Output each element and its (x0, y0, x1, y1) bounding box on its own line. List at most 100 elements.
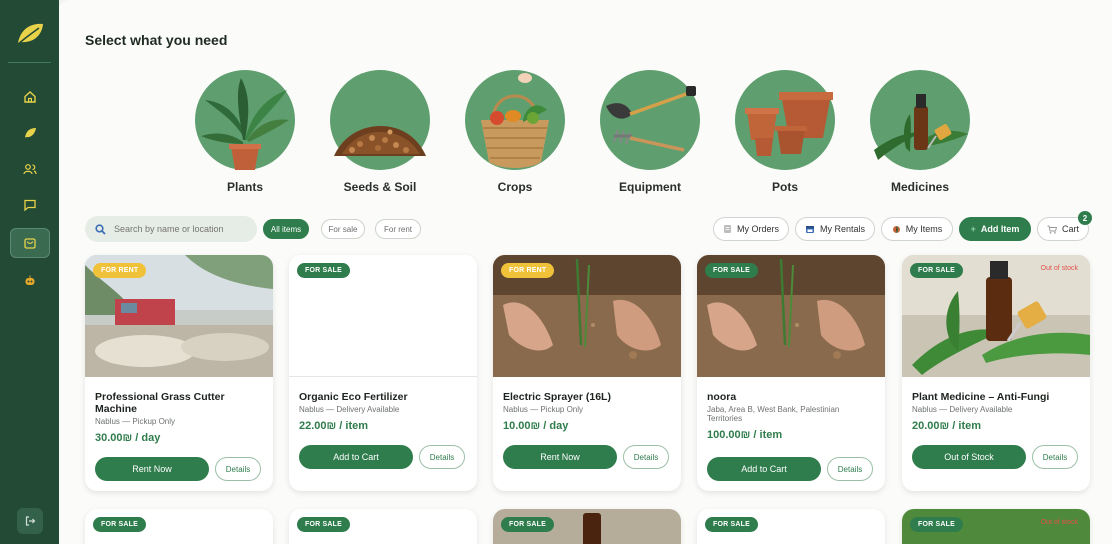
product-price: 10.00₪ / day (503, 420, 569, 432)
out-of-stock-badge: Out of stock (1040, 265, 1078, 272)
sidebar-item-community[interactable] (10, 154, 50, 184)
product-card[interactable]: FOR SALE (493, 509, 681, 544)
orders-icon (723, 225, 731, 233)
product-card[interactable]: FOR SALE (697, 509, 885, 544)
product-tag: FOR RENT (93, 263, 147, 278)
product-card[interactable]: FOR RENT Professional Grass Cutter Machi… (85, 255, 273, 491)
my-rentals-button[interactable]: My Rentals (795, 217, 875, 241)
product-price: 30.00₪ / day (95, 432, 161, 444)
chat-icon (24, 199, 36, 212)
calendar-icon (805, 226, 814, 233)
product-location: Nablus — Pickup Only (503, 405, 584, 414)
product-card[interactable]: FOR SALE Organic Eco Fertilizer Nablus —… (289, 255, 477, 491)
product-location: Nablus — Delivery Available (299, 405, 400, 414)
product-tag: FOR SALE (910, 517, 963, 532)
product-title: Professional Grass Cutter Machine (95, 391, 225, 415)
product-location: Nablus — Pickup Only (95, 417, 176, 426)
category-seeds-soil[interactable]: Seeds & Soil (325, 70, 435, 194)
sidebar-item-home[interactable] (10, 82, 50, 112)
crops-icon (465, 70, 565, 170)
leaf-icon (25, 128, 36, 138)
details-button[interactable]: Details (827, 457, 873, 481)
rent-now-button[interactable]: Rent Now (95, 457, 209, 481)
category-medicines[interactable]: Medicines (865, 70, 975, 194)
category-label: Seeds & Soil (343, 180, 417, 194)
search-icon (95, 223, 106, 235)
sidebar-item-market[interactable] (10, 228, 50, 258)
details-button[interactable]: Details (215, 457, 261, 481)
details-button[interactable]: Details (623, 445, 669, 469)
product-tag: FOR SALE (910, 263, 963, 278)
product-location: Jaba, Area B, West Bank, Palestinian Ter… (707, 405, 840, 423)
logout-icon (25, 516, 36, 526)
seeds-icon (330, 70, 430, 170)
rent-now-button[interactable]: Rent Now (503, 445, 617, 469)
filter-for-rent[interactable]: For rent (375, 219, 421, 239)
my-orders-button[interactable]: My Orders (713, 217, 789, 241)
product-card[interactable]: FOR SALE noora Jaba, Area B, West Bank, … (697, 255, 885, 491)
my-orders-label: My Orders (736, 224, 779, 234)
product-tag: FOR SALE (705, 517, 758, 532)
main-content: Select what you need Plants Seeds & Soil… (59, 0, 1112, 544)
search-input[interactable] (114, 224, 244, 234)
sidebar-divider (8, 62, 51, 63)
product-tag: FOR SALE (297, 263, 350, 278)
logout-button[interactable] (17, 508, 43, 534)
product-price: 20.00₪ / item (912, 420, 982, 432)
product-tag: FOR SALE (297, 517, 350, 532)
cart-icon (1047, 225, 1057, 234)
category-label: Equipment (619, 180, 681, 194)
product-tag: FOR RENT (501, 263, 555, 278)
product-image (583, 513, 601, 544)
category-label: Crops (497, 180, 533, 194)
category-label: Medicines (890, 180, 950, 194)
product-price: 100.00₪ / item (707, 429, 783, 441)
sidebar-item-plants[interactable] (10, 118, 50, 148)
details-button[interactable]: Details (419, 445, 465, 469)
category-crops[interactable]: Crops (460, 70, 570, 194)
plus-icon: + (970, 224, 976, 234)
shop-icon (24, 238, 36, 249)
search-box[interactable] (85, 216, 257, 242)
cart-label: Cart (1061, 224, 1079, 234)
category-plants[interactable]: Plants (190, 70, 300, 194)
filter-all-items[interactable]: All items (263, 219, 309, 239)
details-button[interactable]: Details (1032, 445, 1078, 469)
product-card[interactable]: FOR SALE (85, 509, 273, 544)
cart-count-badge: 2 (1078, 211, 1092, 225)
app-logo[interactable] (10, 14, 50, 54)
product-title: Organic Eco Fertilizer (299, 391, 408, 403)
product-location: Nablus — Delivery Available (912, 405, 1013, 414)
sidebar-item-messages[interactable] (10, 190, 50, 220)
product-card[interactable]: FOR SALE (289, 509, 477, 544)
add-item-button[interactable]: + Add Item (959, 217, 1031, 241)
category-label: Plants (226, 180, 263, 194)
product-tag: FOR SALE (93, 517, 146, 532)
sidebar-item-assistant[interactable] (10, 266, 50, 296)
category-pots[interactable]: Pots (730, 70, 840, 194)
my-items-button[interactable]: My Items (881, 217, 953, 241)
out-of-stock-button[interactable]: Out of Stock (912, 445, 1026, 469)
pots-icon (735, 70, 835, 170)
page-title: Select what you need (85, 32, 228, 48)
leaf-logo-icon (16, 23, 43, 46)
product-card[interactable]: FOR SALE Out of stock (902, 509, 1090, 544)
product-card[interactable]: FOR SALE Out of stock Plant Medicine – A… (902, 255, 1090, 491)
users-icon (23, 164, 37, 175)
add-to-cart-button[interactable]: Add to Cart (707, 457, 821, 481)
cart-button[interactable]: Cart 2 (1037, 211, 1092, 241)
my-rentals-label: My Rentals (819, 224, 865, 234)
product-title: noora (707, 391, 737, 403)
product-title: Electric Sprayer (16L) (503, 391, 611, 403)
bot-icon (25, 275, 35, 285)
category-label: Pots (771, 180, 798, 194)
add-item-label: Add Item (980, 224, 1020, 234)
items-icon (892, 225, 900, 233)
product-title: Plant Medicine – Anti-Fungi (912, 391, 1050, 403)
category-equipment[interactable]: Equipment (595, 70, 705, 194)
product-price: 22.00₪ / item (299, 420, 369, 432)
add-to-cart-button[interactable]: Add to Cart (299, 445, 413, 469)
product-card[interactable]: FOR RENT Electric Sprayer (16L) Nablus —… (493, 255, 681, 491)
filter-for-sale[interactable]: For sale (321, 219, 365, 239)
product-tag: FOR SALE (501, 517, 554, 532)
